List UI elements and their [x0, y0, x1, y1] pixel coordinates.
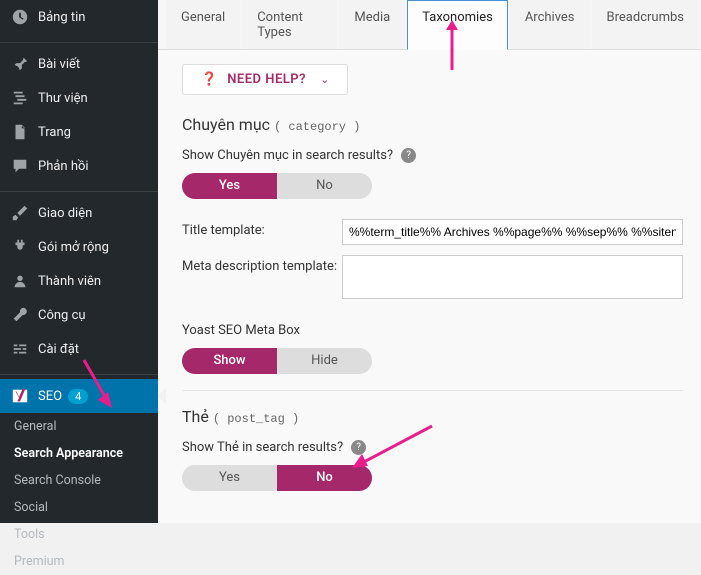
help-icon[interactable]: ?	[401, 148, 416, 163]
meta-desc-textarea[interactable]	[342, 255, 683, 299]
tag-show-label: Show Thẻ in search results?	[182, 440, 343, 455]
menu-label: Trang	[38, 125, 71, 140]
category-section-title: Chuyên mục ( category )	[182, 115, 683, 134]
category-metabox-toggle: Show Hide	[182, 348, 372, 374]
need-help-button[interactable]: ❓ NEED HELP? ⌄	[182, 64, 348, 95]
sidebar-item-settings[interactable]: Cài đặt	[0, 332, 158, 366]
tabs-nav: General Content Types Media Taxonomies A…	[158, 0, 701, 50]
sidebar-item-comments[interactable]: Phản hồi	[0, 149, 158, 183]
main-content: General Content Types Media Taxonomies A…	[158, 0, 701, 523]
menu-label: Cài đặt	[38, 342, 79, 357]
menu-label: Thành viên	[38, 274, 101, 289]
sidebar-item-tools[interactable]: Công cụ	[0, 298, 158, 332]
sub-item-search-appearance[interactable]: Search Appearance	[0, 440, 158, 467]
help-circle-icon: ❓	[201, 72, 217, 87]
category-show-yes[interactable]: Yes	[182, 173, 277, 199]
menu-label: Giao diện	[38, 206, 92, 221]
tab-taxonomies[interactable]: Taxonomies	[407, 0, 508, 50]
tag-show-toggle: Yes No	[182, 465, 372, 491]
meta-desc-label: Meta description template:	[182, 255, 342, 299]
chevron-down-icon: ⌄	[320, 73, 329, 86]
sliders-icon	[10, 339, 30, 359]
menu-label: SEO	[38, 389, 62, 404]
sidebar-item-dashboard[interactable]: Bảng tin	[0, 0, 158, 34]
page-icon	[10, 122, 30, 142]
sidebar-item-users[interactable]: Thành viên	[0, 264, 158, 298]
comment-icon	[10, 156, 30, 176]
yoast-icon	[10, 386, 30, 406]
menu-label: Phản hồi	[38, 159, 89, 174]
tag-show-yes[interactable]: Yes	[182, 465, 277, 491]
admin-sidebar: Bảng tin Bài viết Thư viện Trang Phản hồ…	[0, 0, 158, 523]
help-icon[interactable]: ?	[351, 440, 366, 455]
category-title-text: Chuyên mục	[182, 115, 270, 134]
tab-media[interactable]: Media	[339, 0, 405, 49]
sidebar-item-appearance[interactable]: Giao diện	[0, 196, 158, 230]
metabox-label: Yoast SEO Meta Box	[182, 323, 300, 338]
menu-label: Bảng tin	[38, 10, 85, 25]
sidebar-item-plugins[interactable]: Gói mở rộng	[0, 230, 158, 264]
category-show-no[interactable]: No	[277, 173, 372, 199]
media-icon	[10, 88, 30, 108]
dashboard-icon	[10, 7, 30, 27]
brush-icon	[10, 203, 30, 223]
tag-title-text: Thẻ	[182, 407, 209, 426]
sub-item-premium[interactable]: Premium	[0, 548, 158, 575]
tab-general[interactable]: General	[166, 0, 240, 49]
menu-label: Công cụ	[38, 308, 86, 323]
tag-slug: ( post_tag )	[213, 412, 299, 426]
title-template-input[interactable]	[342, 219, 683, 245]
update-badge: 4	[68, 389, 88, 404]
wrench-icon	[10, 305, 30, 325]
tab-content-types[interactable]: Content Types	[242, 0, 337, 49]
sidebar-item-posts[interactable]: Bài viết	[0, 47, 158, 81]
metabox-show[interactable]: Show	[182, 348, 277, 374]
menu-label: Gói mở rộng	[38, 240, 109, 255]
sub-item-search-console[interactable]: Search Console	[0, 467, 158, 494]
need-help-label: NEED HELP?	[227, 72, 306, 87]
sub-item-social[interactable]: Social	[0, 494, 158, 521]
user-icon	[10, 271, 30, 291]
tag-show-no[interactable]: No	[277, 465, 372, 491]
plugin-icon	[10, 237, 30, 257]
tab-archives[interactable]: Archives	[510, 0, 590, 49]
title-template-label: Title template:	[182, 219, 342, 245]
menu-label: Thư viện	[38, 91, 88, 106]
metabox-hide[interactable]: Hide	[277, 348, 372, 374]
menu-label: Bài viết	[38, 57, 80, 72]
sidebar-item-media[interactable]: Thư viện	[0, 81, 158, 115]
category-show-toggle: Yes No	[182, 173, 372, 199]
sidebar-item-pages[interactable]: Trang	[0, 115, 158, 149]
sub-item-tools[interactable]: Tools	[0, 521, 158, 548]
sub-item-general[interactable]: General	[0, 413, 158, 440]
category-show-label: Show Chuyên mục in search results?	[182, 148, 393, 163]
sidebar-item-seo[interactable]: SEO 4	[0, 379, 158, 413]
pin-icon	[10, 54, 30, 74]
tab-breadcrumbs[interactable]: Breadcrumbs	[592, 0, 699, 49]
category-slug: ( category )	[274, 120, 360, 134]
tag-section-title: Thẻ ( post_tag )	[182, 407, 683, 426]
